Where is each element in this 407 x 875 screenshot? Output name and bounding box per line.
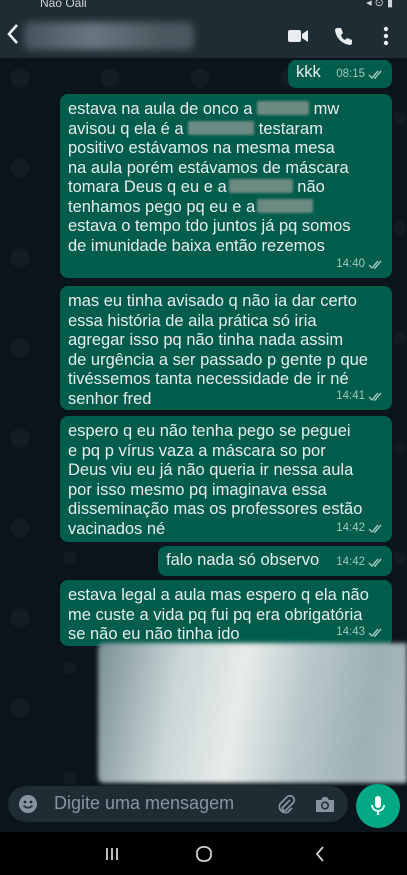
mic-icon bbox=[371, 796, 385, 815]
message-time: 08:15 bbox=[336, 67, 365, 80]
text-fragment: mw bbox=[313, 100, 340, 118]
status-icons: ◂ ⊙ ▮ bbox=[366, 0, 393, 9]
carrier-label: Não Oali bbox=[40, 0, 87, 10]
text-line: na aula porém estávamos de máscara bbox=[68, 158, 349, 177]
text-line: estava o tempo tdo juntos já pq somos bbox=[68, 217, 351, 235]
system-nav-bar bbox=[0, 832, 407, 875]
message-time: 14:42 bbox=[336, 555, 365, 568]
double-check-icon bbox=[368, 392, 382, 401]
double-check-icon bbox=[368, 70, 382, 79]
redacted-name bbox=[228, 179, 293, 193]
message-bubble[interactable]: falo nada só observo 14:42 bbox=[158, 546, 392, 576]
message-meta: 14:43 bbox=[336, 623, 384, 643]
double-check-icon bbox=[368, 628, 382, 637]
message-bubble[interactable]: mas eu tinha avisado q não ia dar certo … bbox=[60, 286, 392, 410]
message-bubble[interactable]: kkk 08:15 bbox=[288, 60, 392, 88]
text-fragment: tomara Deus q eu e a bbox=[68, 178, 227, 196]
message-bubble[interactable]: espero q eu não tenha pego se peguei e p… bbox=[60, 416, 392, 542]
message-bubble[interactable]: estava na aula de onco a mw avisou q ela… bbox=[60, 94, 392, 278]
message-meta: 14:40 bbox=[336, 255, 384, 275]
chat-header bbox=[0, 14, 407, 58]
redacted-name bbox=[188, 120, 255, 135]
home-icon[interactable] bbox=[192, 842, 216, 866]
message-text: kkk bbox=[296, 63, 321, 81]
message-text: falo nada só observo bbox=[166, 551, 320, 569]
message-composer: Digite uma mensagem bbox=[0, 784, 407, 832]
message-input-box[interactable]: Digite uma mensagem bbox=[8, 786, 348, 822]
text-fragment: testaram bbox=[258, 119, 323, 138]
message-meta: 14:42 bbox=[336, 519, 384, 539]
message-time: 14:43 bbox=[336, 625, 365, 638]
message-meta: 08:15 bbox=[336, 65, 384, 85]
message-time: 14:41 bbox=[336, 389, 365, 402]
text-fragment: tenhamos pego pq eu e a bbox=[68, 197, 256, 216]
contact-name-redacted[interactable] bbox=[24, 22, 194, 50]
image-message-blurred[interactable] bbox=[98, 643, 407, 783]
phone-icon[interactable] bbox=[330, 22, 358, 50]
message-text: estava na aula de onco a mw avisou q ela… bbox=[68, 100, 384, 256]
text-line: positivo estávamos na mesma mesa bbox=[68, 139, 335, 157]
emoji-icon[interactable] bbox=[18, 794, 38, 814]
message-time: 14:42 bbox=[336, 521, 365, 534]
message-time: 14:40 bbox=[336, 257, 365, 270]
double-check-icon bbox=[368, 260, 382, 269]
text-fragment: estava na aula de onco a bbox=[68, 100, 253, 118]
double-check-icon bbox=[368, 558, 382, 567]
message-meta: 14:42 bbox=[336, 553, 384, 573]
attach-icon[interactable] bbox=[276, 794, 296, 814]
video-call-icon[interactable] bbox=[284, 22, 312, 50]
message-bubble[interactable]: estava legal a aula mas espero q ela não… bbox=[60, 580, 392, 646]
redacted-name bbox=[257, 101, 309, 115]
redacted-name bbox=[257, 198, 314, 213]
arrow-left-icon[interactable] bbox=[6, 22, 20, 53]
more-vert-icon[interactable] bbox=[372, 22, 400, 50]
camera-icon[interactable] bbox=[314, 794, 336, 814]
text-line: de imunidade baixa então rezemos bbox=[68, 236, 325, 255]
back-nav-icon[interactable] bbox=[308, 842, 332, 866]
text-fragment: avisou q ela é a bbox=[68, 119, 184, 138]
status-bar: Não Oali ◂ ⊙ ▮ bbox=[0, 0, 407, 14]
message-input[interactable]: Digite uma mensagem bbox=[54, 793, 234, 814]
recent-apps-icon[interactable] bbox=[100, 842, 124, 866]
message-meta: 14:41 bbox=[336, 387, 384, 407]
text-fragment: não bbox=[297, 178, 325, 196]
mic-button[interactable] bbox=[356, 784, 400, 828]
double-check-icon bbox=[368, 524, 382, 533]
chat-area[interactable]: kkk 08:15 estava na aula de onco a mw av… bbox=[0, 58, 407, 786]
